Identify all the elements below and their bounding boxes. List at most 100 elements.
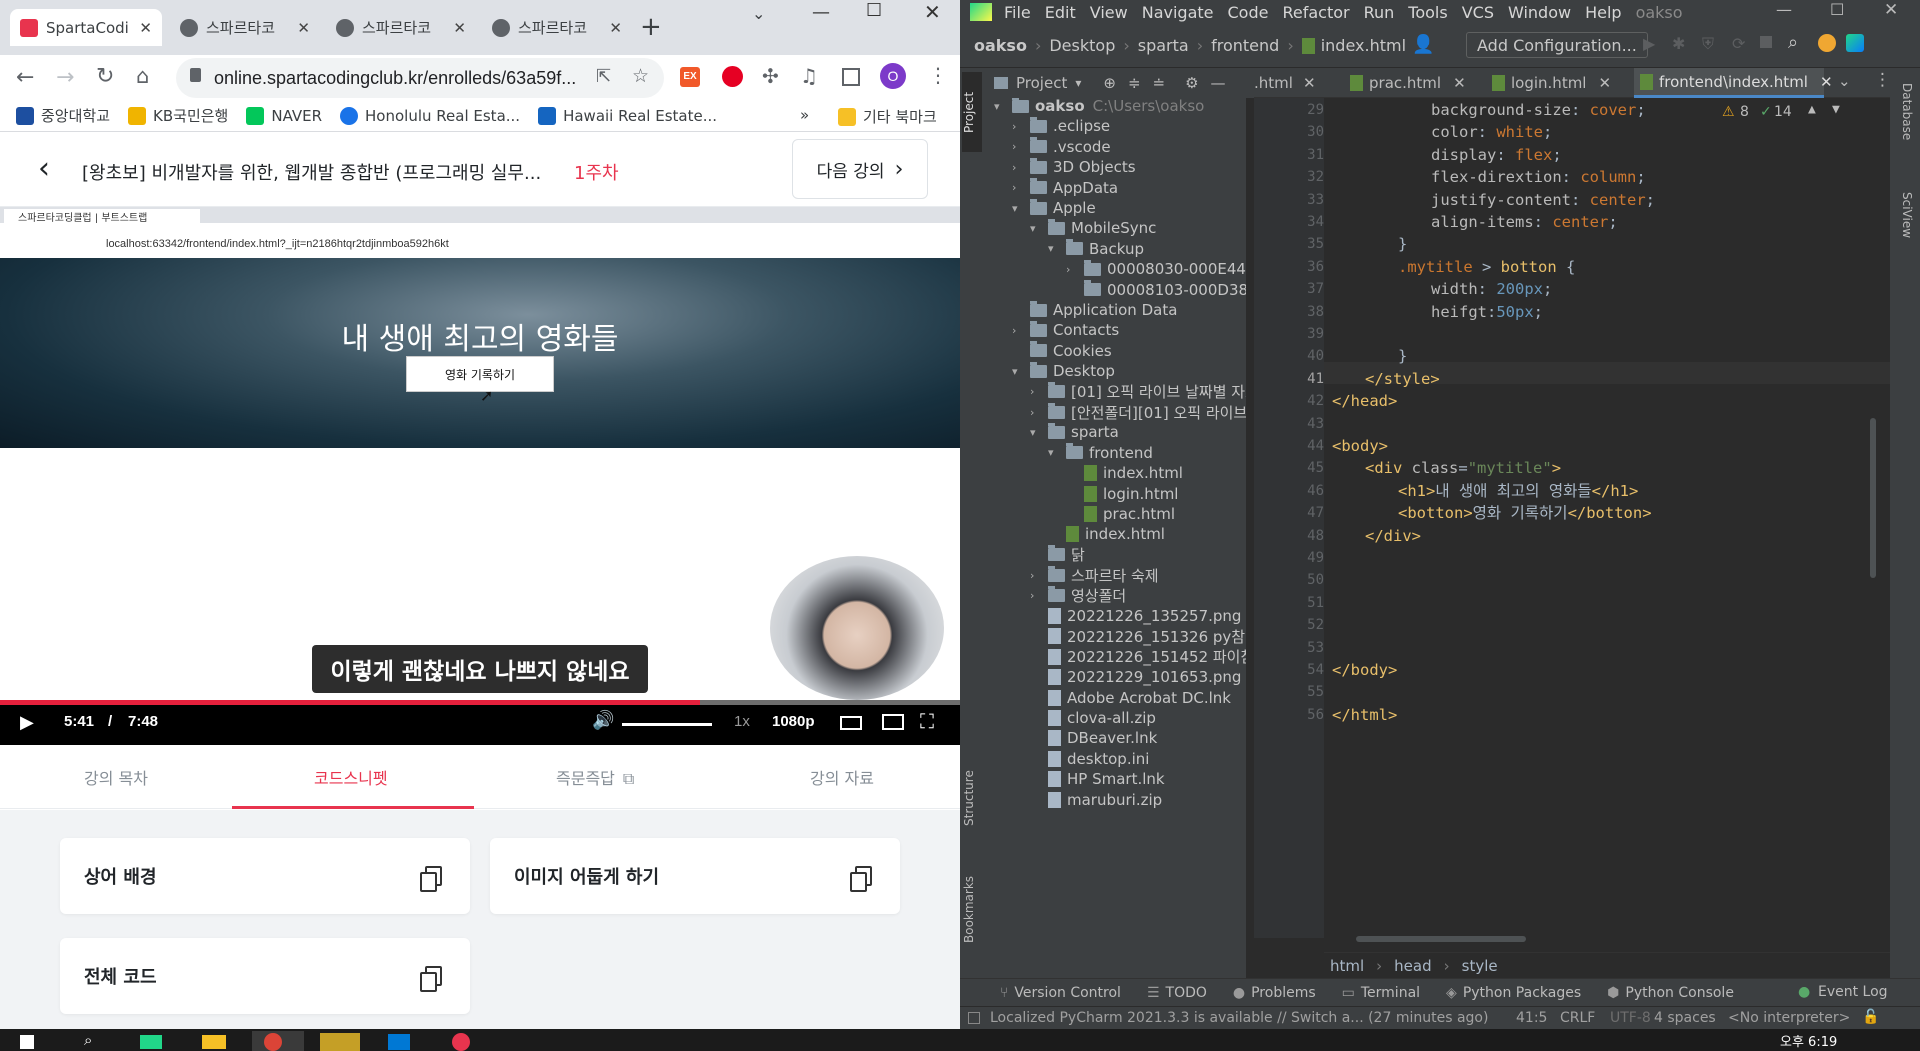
reload-icon[interactable]: ↻	[96, 64, 114, 89]
close-icon[interactable]: ✕	[1453, 74, 1466, 92]
tab-toc[interactable]: 강의 목차	[84, 765, 148, 789]
menu-item[interactable]: View	[1090, 3, 1128, 22]
chevron-up-icon[interactable]: ▲	[1808, 102, 1816, 117]
volume-slider[interactable]	[622, 723, 712, 726]
home-icon[interactable]: ⌂	[136, 64, 149, 88]
tool-window-button[interactable]: ▭ Terminal	[1342, 985, 1420, 1001]
kebab-menu-icon[interactable]: ⋮	[928, 63, 948, 87]
menu-item[interactable]: Window	[1508, 3, 1571, 22]
folder-task-icon[interactable]	[202, 1035, 226, 1049]
back-icon[interactable]: ←	[16, 65, 34, 90]
close-icon[interactable]: ✕	[297, 19, 310, 37]
add-configuration-button[interactable]: Add Configuration...	[1466, 32, 1648, 58]
chevron-down-icon[interactable]: ▾	[994, 100, 1008, 113]
tool-window-button[interactable]: ⬢ Python Console	[1607, 985, 1734, 1001]
event-log-icon[interactable]: ●	[1798, 984, 1810, 1000]
update-icon[interactable]	[1818, 34, 1836, 52]
chevron-down-icon[interactable]: ▾	[1075, 76, 1081, 90]
close-icon[interactable]: ✕	[139, 19, 152, 37]
database-tool-tab[interactable]: Database	[1894, 72, 1914, 152]
chevron-down-icon[interactable]: ⌄	[1838, 72, 1851, 90]
sciview-tool-tab[interactable]: SciView	[1894, 180, 1914, 250]
chevron-right-icon[interactable]: ›	[1030, 406, 1044, 419]
browser-tab-sparta[interactable]: SpartaCodi ✕	[10, 9, 162, 46]
debug-icon[interactable]: ✱	[1672, 34, 1685, 53]
editor-tab-login[interactable]: login.html ✕	[1492, 68, 1628, 98]
tab-materials[interactable]: 강의 자료	[810, 765, 874, 789]
snippet-card-full-code[interactable]: 전체 코드	[60, 938, 470, 1014]
chevron-right-icon[interactable]: ›	[1030, 569, 1044, 582]
chevron-right-icon[interactable]: ›	[1066, 263, 1080, 276]
bookmark-honolulu[interactable]: Honolulu Real Esta...	[340, 106, 520, 125]
collapse-all-icon[interactable]: ≐	[1153, 74, 1166, 92]
project-label[interactable]: Project	[1016, 74, 1067, 92]
browser-tab-3[interactable]: 스파르타코 ✕	[326, 9, 476, 46]
extension-ex-icon[interactable]: EX	[680, 67, 700, 87]
pip-icon[interactable]	[882, 714, 904, 730]
menu-item[interactable]: oakso	[1636, 3, 1683, 22]
windows-start-icon[interactable]	[20, 1035, 34, 1049]
maximize-icon[interactable]: ☐	[1830, 0, 1844, 19]
chevron-right-icon[interactable]: ›	[1030, 589, 1044, 602]
menu-item[interactable]: File	[1004, 3, 1031, 22]
chevron-down-icon[interactable]: ▾	[1030, 426, 1044, 439]
close-icon[interactable]: ✕	[1598, 74, 1611, 92]
code-breadcrumb-item[interactable]: style	[1462, 957, 1498, 975]
bookmark-naver[interactable]: NAVER	[246, 106, 322, 125]
tab-qna[interactable]: 즉문즉답 ⧉	[556, 765, 634, 789]
tool-window-button[interactable]: ☰ TODO	[1147, 985, 1207, 1001]
structure-tool-tab[interactable]: Structure	[962, 758, 982, 838]
tree-item[interactable]: maruburi.zip	[1030, 788, 1162, 812]
menu-item[interactable]: Edit	[1045, 3, 1076, 22]
check-icon[interactable]: ✓	[1760, 104, 1772, 120]
breadcrumb-item[interactable]: frontend	[1211, 36, 1279, 55]
close-window-icon[interactable]: ✕	[1884, 0, 1898, 20]
search-icon[interactable]: ⌕	[84, 1031, 92, 1049]
chevron-down-icon[interactable]: ▾	[1048, 446, 1062, 459]
menu-item[interactable]: Code	[1228, 3, 1269, 22]
search-icon[interactable]: ⌕	[1788, 32, 1798, 53]
code-breadcrumb-item[interactable]: html	[1330, 957, 1364, 975]
warning-icon[interactable]: ⚠	[1722, 104, 1735, 120]
minimize-icon[interactable]: —	[1776, 0, 1792, 19]
puzzle-extensions-icon[interactable]: ✣	[762, 64, 779, 88]
hide-panel-icon[interactable]: —	[1211, 74, 1226, 92]
menu-item[interactable]: Navigate	[1142, 3, 1214, 22]
close-icon[interactable]: ✕	[1820, 73, 1833, 91]
menu-item[interactable]: VCS	[1462, 3, 1494, 22]
copy-icon[interactable]	[420, 866, 442, 892]
code-breadcrumb-item[interactable]: head	[1394, 957, 1431, 975]
bookmarks-tool-tab[interactable]: Bookmarks	[962, 864, 982, 954]
music-task-icon[interactable]	[452, 1033, 470, 1051]
editor-tab-html[interactable]: .html ✕	[1254, 68, 1344, 98]
volume-icon[interactable]: 🔊	[592, 710, 614, 731]
file-encoding[interactable]: UTF-8	[1610, 1010, 1651, 1026]
chevron-down-icon[interactable]: ▾	[1030, 222, 1044, 235]
profile-avatar[interactable]: O	[880, 63, 906, 89]
chevron-right-icon[interactable]: ›	[1012, 324, 1026, 337]
media-control-icon[interactable]: ♫	[800, 64, 818, 88]
breadcrumb-item[interactable]: oakso	[974, 36, 1027, 55]
expand-all-icon[interactable]: ≑	[1128, 74, 1141, 92]
browser-tab-4[interactable]: 스파르타코 ✕	[482, 9, 632, 46]
fullscreen-icon[interactable]: ⛶	[920, 709, 934, 733]
tool-window-button[interactable]: ● Problems	[1233, 985, 1316, 1001]
chevron-right-icon[interactable]: ›	[1030, 385, 1044, 398]
profile-run-icon[interactable]: ⟳	[1732, 34, 1745, 53]
coverage-icon[interactable]: ⛨	[1702, 34, 1714, 54]
next-lecture-button[interactable]: 다음 강의 ›	[792, 139, 928, 199]
close-icon[interactable]: ✕	[609, 19, 622, 37]
editor-tab-frontend-index[interactable]: frontend\index.html ✕	[1634, 68, 1833, 98]
menu-item[interactable]: Run	[1364, 3, 1395, 22]
bookmark-kb[interactable]: KB국민은행	[128, 105, 228, 126]
play-icon[interactable]: ▶	[20, 712, 34, 733]
lock-icon[interactable]: 🔓	[1862, 1009, 1879, 1025]
caret-position[interactable]: 41:5	[1516, 1010, 1547, 1026]
stop-icon[interactable]	[1760, 36, 1772, 48]
menu-item[interactable]: Refactor	[1282, 3, 1349, 22]
pycharm-task-icon[interactable]	[140, 1035, 162, 1049]
chevron-down-icon[interactable]: ▾	[1012, 365, 1026, 378]
star-icon[interactable]: ☆	[632, 65, 649, 88]
chevron-right-icon[interactable]: ›	[1012, 181, 1026, 194]
minimize-icon[interactable]: —	[812, 2, 830, 23]
